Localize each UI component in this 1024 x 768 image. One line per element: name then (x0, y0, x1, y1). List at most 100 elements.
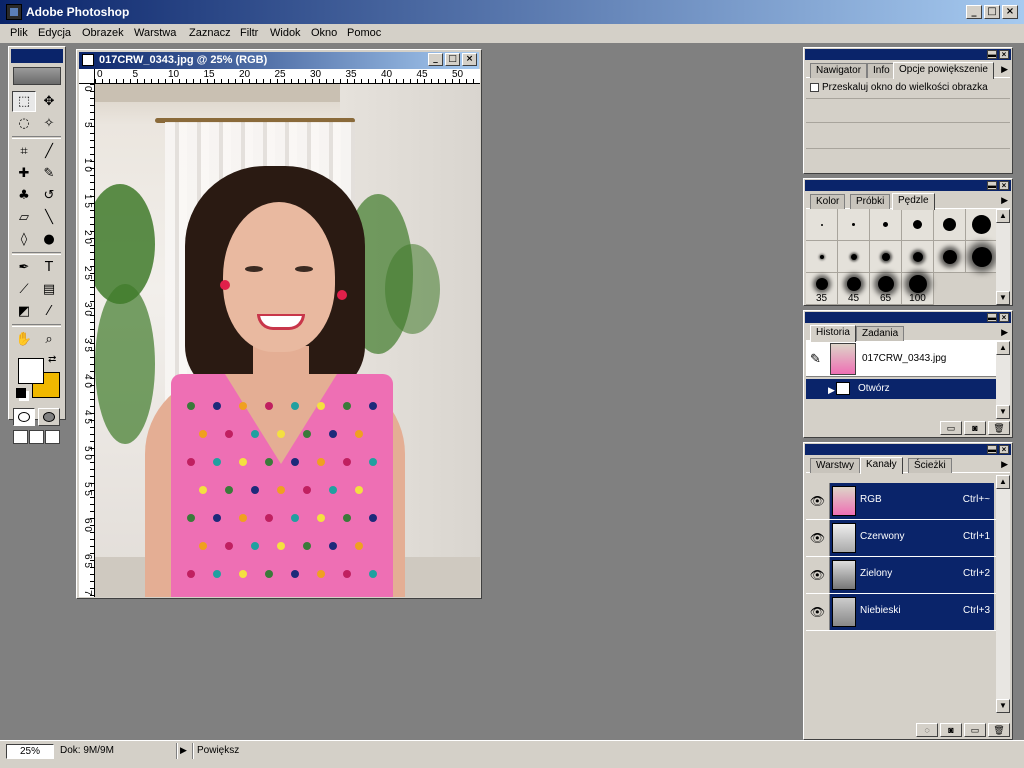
menu-widok[interactable]: Widok (270, 27, 301, 39)
delete-channel-icon[interactable]: 🗑 (988, 723, 1010, 737)
channel-selection[interactable]: RGB Ctrl+~ (830, 483, 994, 519)
doc-close-button[interactable]: × (462, 53, 477, 66)
panel-menu-arrow-icon[interactable]: ▶ (1001, 64, 1008, 75)
blur-tool[interactable]: ◊ (12, 229, 36, 250)
status-menu-arrow-icon[interactable]: ▶ (180, 745, 187, 756)
brush-preset[interactable] (838, 209, 870, 241)
minimize-button[interactable]: _ (966, 5, 982, 19)
panel-minimize-button[interactable]: ▬ (987, 313, 997, 322)
visibility-eye-icon[interactable]: 👁 (806, 520, 830, 556)
panel-close-button[interactable]: × (999, 50, 1009, 59)
tab-kanaly[interactable]: Kanały (860, 457, 903, 474)
history-panel-title[interactable]: ▬ × (805, 312, 1011, 323)
foreground-color-swatch[interactable] (18, 358, 44, 384)
tab-zadania[interactable]: Zadania (856, 326, 905, 341)
dodge-tool[interactable]: ● (37, 229, 61, 250)
ruler-corner[interactable] (79, 69, 95, 84)
channels-panel-title[interactable]: ▬ × (805, 444, 1011, 455)
tab-nawigator[interactable]: Nawigator (810, 63, 868, 78)
history-snapshot[interactable]: ✎ 017CRW_0343.jpg (806, 341, 1010, 377)
menu-warstwa[interactable]: Warstwa (134, 27, 176, 39)
visibility-eye-icon[interactable]: 👁 (806, 483, 830, 519)
menu-zaznacz[interactable]: Zaznacz (189, 27, 231, 39)
save-selection-icon[interactable]: ◙ (940, 723, 962, 737)
crop-tool[interactable]: ⌗ (12, 141, 36, 162)
line-tool[interactable]: ╲ (37, 207, 61, 228)
vertical-ruler[interactable]: 0 5 1 0 1 5 2 0 2 5 3 0 3 5 4 0 4 5 5 0 5 5 6 0 6 5 7 … (79, 84, 95, 597)
brush-preset[interactable] (902, 241, 934, 273)
document-title-bar[interactable]: 017CRW_0343.jpg @ 25% (RGB) _ □ × (79, 52, 479, 69)
brush-preset[interactable] (806, 209, 838, 241)
move-tool[interactable]: ✥ (37, 91, 61, 112)
standard-screen-button[interactable] (13, 430, 28, 444)
tab-probki[interactable]: Próbki (850, 194, 891, 209)
brush-preset[interactable] (838, 241, 870, 273)
menu-okno[interactable]: Okno (311, 27, 337, 39)
navigator-panel-title[interactable]: ▬ × (805, 49, 1011, 60)
panel-close-button[interactable]: × (999, 313, 1009, 322)
menu-plik[interactable]: Plik (10, 27, 28, 39)
brush-preset[interactable] (934, 241, 966, 273)
panel-close-button[interactable]: × (999, 181, 1009, 190)
brush-preset[interactable] (902, 209, 934, 241)
tab-kolor[interactable]: Kolor (810, 194, 846, 209)
panel-minimize-button[interactable]: ▬ (987, 181, 997, 190)
type-tool[interactable]: T (37, 257, 61, 278)
panel-menu-arrow-icon[interactable]: ▶ (1001, 459, 1008, 470)
tab-pedzle[interactable]: Pędzle (892, 193, 935, 210)
scroll-up-icon[interactable]: ▲ (996, 341, 1010, 355)
full-screen-menu-button[interactable] (29, 430, 44, 444)
zoom-level-field[interactable]: 25% (6, 744, 54, 759)
marquee-tool[interactable]: ⬚ (12, 91, 36, 112)
tab-info[interactable]: Info (867, 63, 896, 78)
load-selection-icon[interactable]: ◌ (916, 723, 938, 737)
new-channel-icon[interactable]: ▭ (964, 723, 986, 737)
history-brush-tool[interactable]: ↺ (37, 185, 61, 206)
stamp-tool[interactable]: ♣ (12, 185, 36, 206)
new-document-from-state-icon[interactable]: ▭ (940, 421, 962, 435)
doc-maximize-button[interactable]: □ (445, 53, 460, 66)
eraser-tool[interactable]: ▱ (12, 207, 36, 228)
scroll-up-icon[interactable]: ▲ (996, 209, 1010, 223)
panel-close-button[interactable]: × (999, 445, 1009, 454)
brush-tool[interactable]: ✎ (37, 163, 61, 184)
scroll-down-icon[interactable]: ▼ (996, 291, 1010, 305)
panel-minimize-button[interactable]: ▬ (987, 50, 997, 59)
channel-selection[interactable]: Czerwony Ctrl+1 (830, 520, 994, 556)
channels-scrollbar[interactable]: ▲ ▼ (996, 475, 1010, 713)
default-colors-icon[interactable] (16, 388, 26, 398)
new-snapshot-icon[interactable]: ◙ (964, 421, 986, 435)
visibility-eye-icon[interactable]: 👁 (806, 557, 830, 593)
brush-preset[interactable]: 100 (902, 273, 934, 305)
toolbox-title-bar[interactable] (11, 49, 63, 63)
brush-preset[interactable]: 45 (838, 273, 870, 305)
pen-tool[interactable]: ✒ (12, 257, 36, 278)
magic-wand-tool[interactable]: ✧ (37, 113, 61, 134)
image-canvas[interactable] (95, 84, 480, 597)
lasso-tool[interactable]: ◌ (12, 113, 36, 134)
bucket-tool[interactable]: ◩ (12, 301, 36, 322)
quick-mask-button[interactable] (38, 408, 60, 426)
close-button[interactable]: × (1002, 5, 1018, 19)
channel-row[interactable]: 👁 RGB Ctrl+~ (806, 483, 1010, 520)
menu-pomoc[interactable]: Pomoc (347, 27, 381, 39)
channel-selection[interactable]: Zielony Ctrl+2 (830, 557, 994, 593)
resize-window-checkbox[interactable] (810, 83, 819, 92)
standard-mode-button[interactable] (13, 408, 35, 426)
healing-tool[interactable]: ✚ (12, 163, 36, 184)
menu-obrazek[interactable]: Obrazek (82, 27, 124, 39)
hand-tool[interactable]: ✋ (12, 329, 36, 350)
channel-row[interactable]: 👁 Niebieski Ctrl+3 (806, 594, 1010, 631)
horizontal-ruler[interactable]: 0 5 10 15 20 25 30 35 40 45 50 (95, 69, 480, 84)
doc-minimize-button[interactable]: _ (428, 53, 443, 66)
brush-preset[interactable] (870, 209, 902, 241)
brush-preset[interactable]: 65 (870, 273, 902, 305)
history-scrollbar[interactable]: ▲ ▼ (996, 341, 1010, 419)
tab-historia[interactable]: Historia (810, 325, 856, 342)
panel-menu-arrow-icon[interactable]: ▶ (1001, 195, 1008, 206)
menu-filtr[interactable]: Filtr (240, 27, 258, 39)
history-state-slider-icon[interactable]: ▶ (828, 385, 835, 396)
scroll-down-icon[interactable]: ▼ (996, 405, 1010, 419)
brush-preset[interactable] (966, 241, 998, 273)
brushes-scrollbar[interactable]: ▲ ▼ (996, 209, 1010, 305)
